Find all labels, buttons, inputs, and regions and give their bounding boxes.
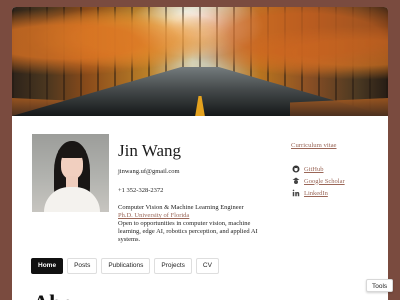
github-link-label: GitHub	[304, 165, 324, 173]
tab-projects[interactable]: Projects	[154, 258, 192, 274]
profile-photo-bangs	[58, 146, 86, 158]
github-icon	[292, 165, 300, 173]
profile-tabs: Home Posts Publications Projects CV	[31, 258, 219, 274]
tab-cv[interactable]: CV	[195, 258, 219, 274]
tab-posts[interactable]: Posts	[67, 258, 98, 274]
autumn-road-banner	[12, 7, 388, 116]
profile-summary: Computer Vision & Machine Learning Engin…	[118, 204, 282, 244]
tools-button[interactable]: Tools	[366, 279, 394, 292]
linkedin-icon	[292, 189, 300, 197]
profile-photo-shirt	[44, 187, 100, 212]
bio-line: systems.	[118, 236, 141, 244]
google-scholar-link[interactable]: Google Scholar	[292, 175, 372, 187]
linkedin-link-label: LinkedIn	[304, 189, 328, 197]
education-link[interactable]: Ph.D. University of Florida	[118, 212, 282, 220]
github-link[interactable]: GitHub	[292, 163, 372, 175]
profile-photo	[32, 134, 109, 212]
profile-card: Jin Wang jinwang.uf@gmail.com +1 352-328…	[12, 7, 388, 300]
linkedin-link[interactable]: LinkedIn	[292, 187, 372, 199]
social-links: GitHub Google Scholar LinkedIn	[292, 163, 372, 199]
bio-line: Open to opportunities in computer vision…	[118, 220, 251, 228]
profile-role: Computer Vision & Machine Learning Engin…	[118, 204, 244, 211]
profile-name: Jin Wang	[118, 141, 182, 160]
tab-home[interactable]: Home	[31, 258, 64, 274]
tab-publications[interactable]: Publications	[101, 258, 151, 274]
phone-number: +1 352-328-2372	[118, 187, 164, 194]
email-address: jinwang.uf@gmail.com	[118, 168, 180, 175]
google-scholar-link-label: Google Scholar	[304, 177, 345, 185]
bio-line: learning, edge AI, robotics perception, …	[118, 228, 258, 236]
curriculum-vitae-link[interactable]: Curriculum vitae	[291, 142, 337, 150]
section-heading: Abo	[33, 291, 74, 300]
academic-profile-page: Jin Wang jinwang.uf@gmail.com +1 352-328…	[0, 0, 400, 300]
google-scholar-icon	[292, 177, 300, 184]
